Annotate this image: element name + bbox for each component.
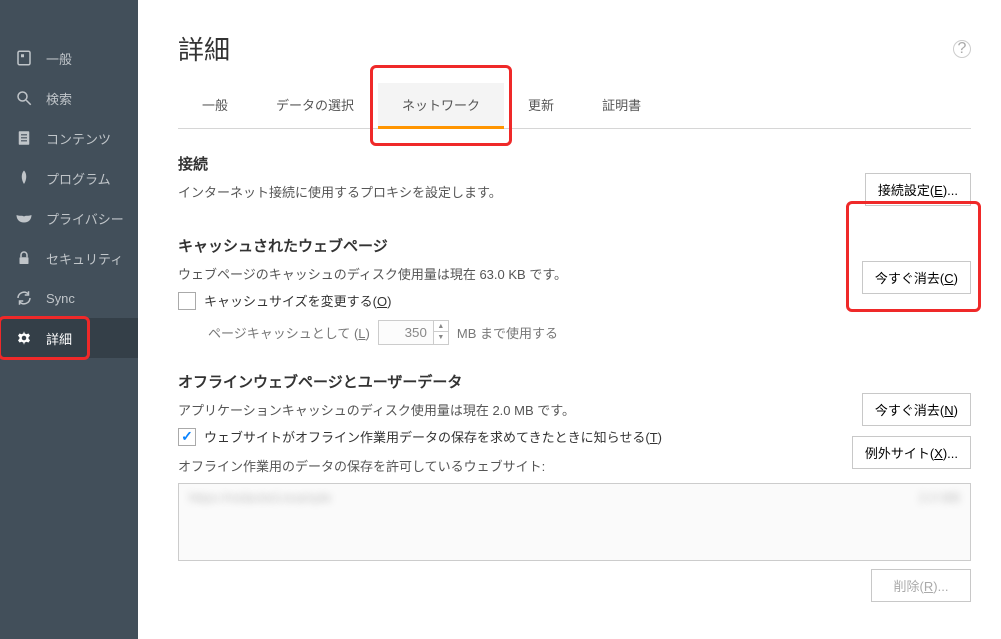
document-icon — [14, 128, 34, 148]
sidebar-item-label: 詳細 — [46, 329, 72, 348]
general-icon — [14, 48, 34, 68]
override-cache-label: キャッシュサイズを変更する(O) — [204, 291, 391, 310]
page-title: 詳細 — [178, 30, 230, 67]
tab-network[interactable]: ネットワーク — [378, 83, 504, 129]
offline-notify-label: ウェブサイトがオフライン作業用データの保存を求めてきたときに知らせる(T) — [204, 427, 662, 446]
sidebar-item-privacy[interactable]: プライバシー — [0, 198, 138, 238]
sidebar-item-advanced[interactable]: 詳細 — [0, 318, 138, 358]
offline-exceptions-button[interactable]: 例外サイト(X)... — [852, 436, 971, 469]
sidebar-item-search[interactable]: 検索 — [0, 78, 138, 118]
sidebar-item-label: Sync — [46, 291, 75, 306]
sidebar-item-general[interactable]: 一般 — [0, 38, 138, 78]
clear-cache-button[interactable]: 今すぐ消去(C) — [862, 261, 971, 294]
highlight-marker — [846, 201, 981, 312]
offline-allowlist-label: オフライン作業用のデータの保存を許可しているウェブサイト: — [178, 456, 832, 475]
connection-heading: 接続 — [178, 153, 845, 174]
sidebar-item-label: コンテンツ — [46, 129, 111, 148]
tab-general[interactable]: 一般 — [178, 83, 252, 128]
number-stepper[interactable]: ▲▼ — [434, 320, 449, 345]
sidebar-item-label: プログラム — [46, 169, 111, 188]
sync-icon — [14, 288, 34, 308]
rocket-icon — [14, 168, 34, 188]
sidebar-item-label: セキュリティ — [46, 249, 123, 268]
section-cache: キャッシュされたウェブページ ウェブページのキャッシュのディスク使用量は現在 6… — [178, 235, 971, 345]
sidebar-item-label: 一般 — [46, 49, 72, 68]
cache-limit-prefix: ページキャッシュとして (L) — [208, 323, 370, 342]
tab-update[interactable]: 更新 — [504, 83, 578, 128]
remove-offline-site-button: 削除(R)... — [871, 569, 971, 602]
cache-limit-suffix: MB まで使用する — [457, 323, 558, 342]
cache-heading: キャッシュされたウェブページ — [178, 235, 842, 256]
offline-notify-checkbox[interactable]: ✓ — [178, 428, 196, 446]
offline-site-list[interactable]: https://redacted.example 2.0 MB — [178, 483, 971, 561]
offline-heading: オフラインウェブページとユーザーデータ — [178, 371, 832, 392]
sidebar-item-label: プライバシー — [46, 209, 124, 228]
section-connection: 接続 インターネット接続に使用するプロキシを設定します。 接続設定(E)... — [178, 153, 971, 209]
search-icon — [14, 88, 34, 108]
offline-usage-text: アプリケーションキャッシュのディスク使用量は現在 2.0 MB です。 — [178, 400, 832, 419]
main-panel: 詳細 ? 一般 データの選択 ネットワーク 更新 証明書 接続 インターネット接… — [138, 0, 1001, 639]
lock-icon — [14, 248, 34, 268]
help-icon[interactable]: ? — [953, 40, 971, 58]
tab-data-choices[interactable]: データの選択 — [252, 83, 378, 128]
sidebar: 一般 検索 コンテンツ プログラム プライバシー セキュリティ Sync 詳細 — [0, 0, 138, 639]
sidebar-item-label: 検索 — [46, 89, 72, 108]
cache-usage-text: ウェブページのキャッシュのディスク使用量は現在 63.0 KB です。 — [178, 264, 842, 283]
section-offline: オフラインウェブページとユーザーデータ アプリケーションキャッシュのディスク使用… — [178, 371, 971, 602]
gear-icon — [14, 328, 34, 348]
connection-settings-button[interactable]: 接続設定(E)... — [865, 173, 971, 206]
sidebar-item-sync[interactable]: Sync — [0, 278, 138, 318]
tab-certificates[interactable]: 証明書 — [578, 83, 665, 128]
mask-icon — [14, 208, 34, 228]
sidebar-item-content[interactable]: コンテンツ — [0, 118, 138, 158]
clear-offline-button[interactable]: 今すぐ消去(N) — [862, 393, 971, 426]
cache-size-input[interactable] — [378, 320, 434, 345]
connection-description: インターネット接続に使用するプロキシを設定します。 — [178, 182, 845, 201]
sidebar-item-security[interactable]: セキュリティ — [0, 238, 138, 278]
sidebar-item-applications[interactable]: プログラム — [0, 158, 138, 198]
override-cache-checkbox[interactable] — [178, 292, 196, 310]
tab-bar: 一般 データの選択 ネットワーク 更新 証明書 — [178, 83, 971, 129]
